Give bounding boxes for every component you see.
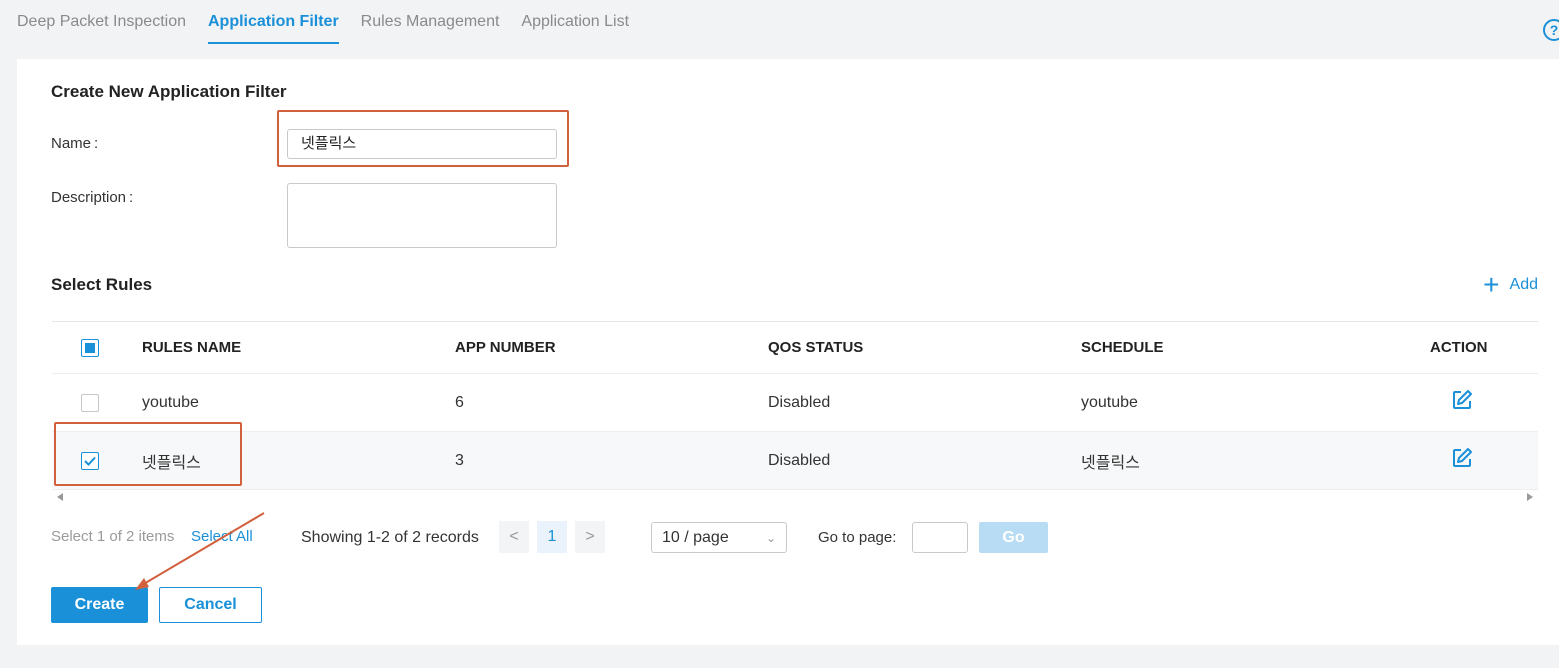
table-row: youtube 6 Disabled youtube <box>52 374 1538 432</box>
page-1-button[interactable]: 1 <box>537 521 567 553</box>
rule-qos-status: Disabled <box>768 451 831 469</box>
name-label: Name: <box>51 135 99 152</box>
per-page-value: 10 / page <box>662 528 729 546</box>
records-summary: Showing 1-2 of 2 records <box>301 529 479 546</box>
scroll-right-icon[interactable] <box>1527 493 1533 501</box>
prev-page-button[interactable]: < <box>499 521 529 553</box>
select-rules-heading: Select Rules <box>51 275 153 294</box>
tab-application-list[interactable]: Application List <box>521 0 629 44</box>
description-label: Description: <box>51 189 134 206</box>
column-qos-status[interactable]: QOS STATUS <box>768 339 863 356</box>
goto-label: Go to page: <box>818 529 897 546</box>
rule-name: youtube <box>142 393 199 411</box>
description-input[interactable] <box>287 183 557 248</box>
edit-icon[interactable] <box>1450 388 1474 417</box>
question-circle-icon[interactable]: ? <box>1543 19 1559 41</box>
scroll-left-icon[interactable] <box>57 493 63 501</box>
column-app-number[interactable]: APP NUMBER <box>455 339 556 356</box>
checkbox-partial-icon <box>81 338 99 357</box>
form-title: Create New Application Filter <box>51 82 287 101</box>
goto-page-input[interactable] <box>912 522 968 553</box>
column-rules-name[interactable]: RULES NAME <box>142 339 241 356</box>
select-all-checkbox[interactable] <box>81 338 99 357</box>
horizontal-scrollbar[interactable] <box>52 493 1538 503</box>
pagination-bar: Select 1 of 2 items Select All Showing 1… <box>17 521 1559 553</box>
top-tabs: Deep Packet Inspection Application Filte… <box>17 0 629 44</box>
per-page-select[interactable]: 10 / page ⌄ <box>651 522 787 553</box>
tab-deep-packet-inspection[interactable]: Deep Packet Inspection <box>17 0 186 44</box>
cancel-button[interactable]: Cancel <box>159 587 262 623</box>
select-all-link[interactable]: Select All <box>191 528 253 545</box>
annotation-box-name <box>277 110 569 167</box>
rule-schedule: youtube <box>1081 393 1138 411</box>
rules-table: RULES NAME APP NUMBER QOS STATUS SCHEDUL… <box>52 321 1538 490</box>
application-filter-panel: Create New Application Filter Name: 넷플릭스… <box>17 59 1559 645</box>
tab-application-filter[interactable]: Application Filter <box>208 0 339 44</box>
add-rule-button[interactable]: + Add <box>1483 269 1538 300</box>
column-schedule[interactable]: SCHEDULE <box>1081 339 1164 356</box>
rule-qos-status: Disabled <box>768 393 831 411</box>
checkbox-unchecked-icon <box>81 393 99 412</box>
rule-app-number: 6 <box>455 393 464 411</box>
row-checkbox[interactable] <box>81 393 99 412</box>
go-button[interactable]: Go <box>979 522 1048 553</box>
rule-app-number: 3 <box>455 451 464 469</box>
rule-schedule: 넷플릭스 <box>1081 454 1140 472</box>
add-label: Add <box>1509 276 1538 293</box>
chevron-down-icon: ⌄ <box>765 530 776 545</box>
edit-icon[interactable] <box>1450 446 1474 475</box>
create-button[interactable]: Create <box>51 587 148 623</box>
table-header: RULES NAME APP NUMBER QOS STATUS SCHEDUL… <box>52 322 1538 374</box>
column-action: ACTION <box>1430 339 1488 356</box>
selection-count: Select 1 of 2 items <box>51 528 175 545</box>
tab-rules-management[interactable]: Rules Management <box>361 0 500 44</box>
next-page-button[interactable]: > <box>575 521 605 553</box>
plus-icon: + <box>1483 269 1500 300</box>
annotation-box-row <box>54 422 242 486</box>
table-row: 넷플릭스 3 Disabled 넷플릭스 <box>52 432 1538 490</box>
